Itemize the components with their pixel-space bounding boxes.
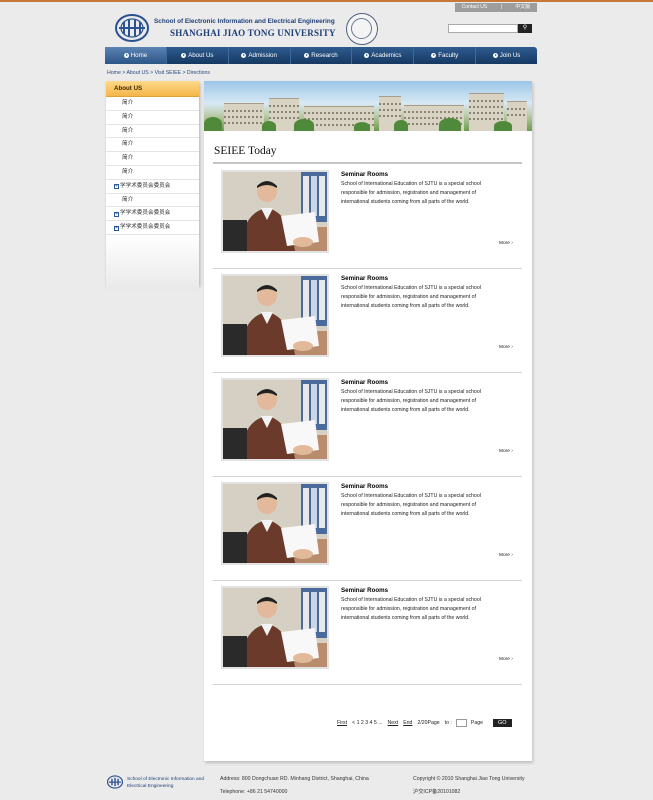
expand-plus-icon[interactable]: + — [114, 225, 119, 231]
arrow-circle-icon — [181, 53, 187, 58]
news-title[interactable]: Seminar Rooms — [341, 379, 388, 386]
arrow-circle-icon — [304, 53, 310, 58]
news-thumbnail[interactable] — [221, 482, 329, 565]
pagination: First < 1 2 3 4 5 ... Next End 2/20Page … — [337, 719, 512, 727]
news-title[interactable]: Seminar Rooms — [341, 275, 388, 282]
search-button[interactable]: ⚲ — [518, 24, 532, 33]
arrow-circle-icon — [431, 53, 437, 58]
nav-academics[interactable]: Academics — [352, 47, 415, 64]
end-page-link[interactable]: End — [403, 720, 412, 726]
footer-legal: Copyright © 2010 Shanghai Jiao Tong Univ… — [413, 773, 525, 799]
arrow-circle-icon — [364, 53, 370, 58]
utility-bar: Contact US | 中文版 — [455, 3, 537, 12]
sidebar-item[interactable]: 简介 — [106, 125, 199, 139]
nav-about-us[interactable]: About Us — [167, 47, 229, 64]
news-item: Seminar Rooms School of International Ed… — [213, 269, 522, 373]
arrow-circle-icon — [123, 53, 129, 58]
sidebar-item-expandable[interactable]: + 学学术委员会委员会 — [106, 221, 199, 235]
footer-copyright: Copyright © 2010 Shanghai Jiao Tong Univ… — [413, 776, 525, 782]
sidebar-item-expandable[interactable]: + 学学术委员会委员会 — [106, 207, 199, 222]
news-description: School of International Education of SJT… — [341, 597, 481, 621]
chinese-version-link[interactable]: 中文版 — [515, 3, 530, 12]
page-numbers[interactable]: < 1 2 3 4 5 ... — [352, 720, 382, 726]
more-link[interactable]: More › — [499, 345, 513, 350]
footer-logo-icon — [107, 775, 123, 789]
news-thumbnail[interactable] — [221, 274, 329, 357]
news-description: School of International Education of SJT… — [341, 285, 481, 309]
news-description: School of International Education of SJT… — [341, 181, 481, 205]
first-page-link[interactable]: First — [337, 720, 347, 726]
arrow-circle-icon — [492, 53, 498, 58]
sidebar-item[interactable]: 简介 — [106, 152, 199, 166]
sidebar-item[interactable]: 简介 — [106, 166, 199, 180]
news-description: School of International Education of SJT… — [341, 389, 481, 413]
school-logo-icon[interactable] — [115, 13, 149, 43]
footer-school-name: School of Electronic Information and Ele… — [127, 777, 205, 789]
news-item: Seminar Rooms School of International Ed… — [213, 165, 522, 269]
news-description: School of International Education of SJT… — [341, 493, 481, 517]
to-label: to : — [444, 720, 452, 726]
nav-faculty[interactable]: Faculty — [414, 47, 477, 64]
next-page-link[interactable]: Next — [388, 720, 399, 726]
sidebar-item[interactable]: 简介 — [106, 138, 199, 153]
main-nav: Home About Us Admission Research Academi… — [105, 47, 537, 64]
news-title[interactable]: Seminar Rooms — [341, 483, 388, 490]
nav-admission[interactable]: Admission — [229, 47, 291, 64]
expand-plus-icon[interactable]: + — [114, 211, 119, 217]
section-divider — [213, 162, 522, 164]
sidebar-title: About US — [106, 81, 199, 97]
more-link[interactable]: More › — [499, 657, 513, 662]
nav-join-us[interactable]: Join Us — [476, 47, 537, 64]
news-thumbnail[interactable] — [221, 170, 329, 253]
university-seal-icon — [346, 13, 378, 45]
sidebar: About US 简介 简介 简介 简介 简介 简介 + 学学术委员会委员会 简介… — [106, 81, 199, 290]
contact-us-link[interactable]: Contact US — [462, 3, 488, 12]
news-item: Seminar Rooms School of International Ed… — [213, 477, 522, 581]
more-link[interactable]: More › — [499, 241, 513, 246]
utility-divider: | — [500, 4, 502, 10]
news-item: Seminar Rooms School of International Ed… — [213, 581, 522, 685]
page-number-input[interactable] — [455, 719, 467, 727]
footer-telephone: Telephone: +86 21 54740000 — [220, 789, 288, 795]
breadcrumb[interactable]: Home > About US > Visit SEIEE > Directio… — [107, 70, 210, 76]
nav-research[interactable]: Research — [291, 47, 353, 64]
arrow-circle-icon — [241, 53, 247, 58]
footer-address: Address: 800 Dongchuan RD. Minhang Distr… — [220, 776, 369, 782]
sidebar-footer-fade — [106, 234, 199, 290]
expand-plus-icon[interactable]: + — [114, 184, 119, 190]
page-count: 2/20Page — [417, 720, 440, 726]
news-thumbnail[interactable] — [221, 378, 329, 461]
university-name: SHANGHAI JIAO TONG UNIVERSITY — [170, 28, 336, 38]
news-thumbnail[interactable] — [221, 586, 329, 669]
sidebar-item[interactable]: 简介 — [106, 97, 199, 111]
footer-icp[interactable]: 沪交ICP备20101082 — [413, 786, 525, 799]
news-item: Seminar Rooms School of International Ed… — [213, 373, 522, 477]
footer-contact: Address: 800 Dongchuan RD. Minhang Distr… — [220, 773, 369, 799]
sidebar-item-expandable[interactable]: + 学学术委员会委员会 — [106, 180, 199, 194]
search-input[interactable] — [448, 24, 518, 33]
campus-banner — [204, 81, 532, 131]
news-title[interactable]: Seminar Rooms — [341, 587, 388, 594]
nav-home[interactable]: Home — [105, 47, 167, 64]
sidebar-item[interactable]: 简介 — [106, 194, 199, 208]
page-label: Page — [470, 720, 483, 726]
news-title[interactable]: Seminar Rooms — [341, 171, 388, 178]
main-content: SEIEE Today Seminar Rooms School of Inte… — [204, 81, 532, 761]
section-title: SEIEE Today — [214, 145, 277, 157]
more-link[interactable]: More › — [499, 449, 513, 454]
school-name: School of Electronic Information and Ele… — [154, 18, 335, 25]
sidebar-item[interactable]: 简介 — [106, 111, 199, 125]
more-link[interactable]: More › — [499, 553, 513, 558]
go-button[interactable]: GO — [493, 719, 512, 727]
top-accent-line — [0, 0, 653, 2]
